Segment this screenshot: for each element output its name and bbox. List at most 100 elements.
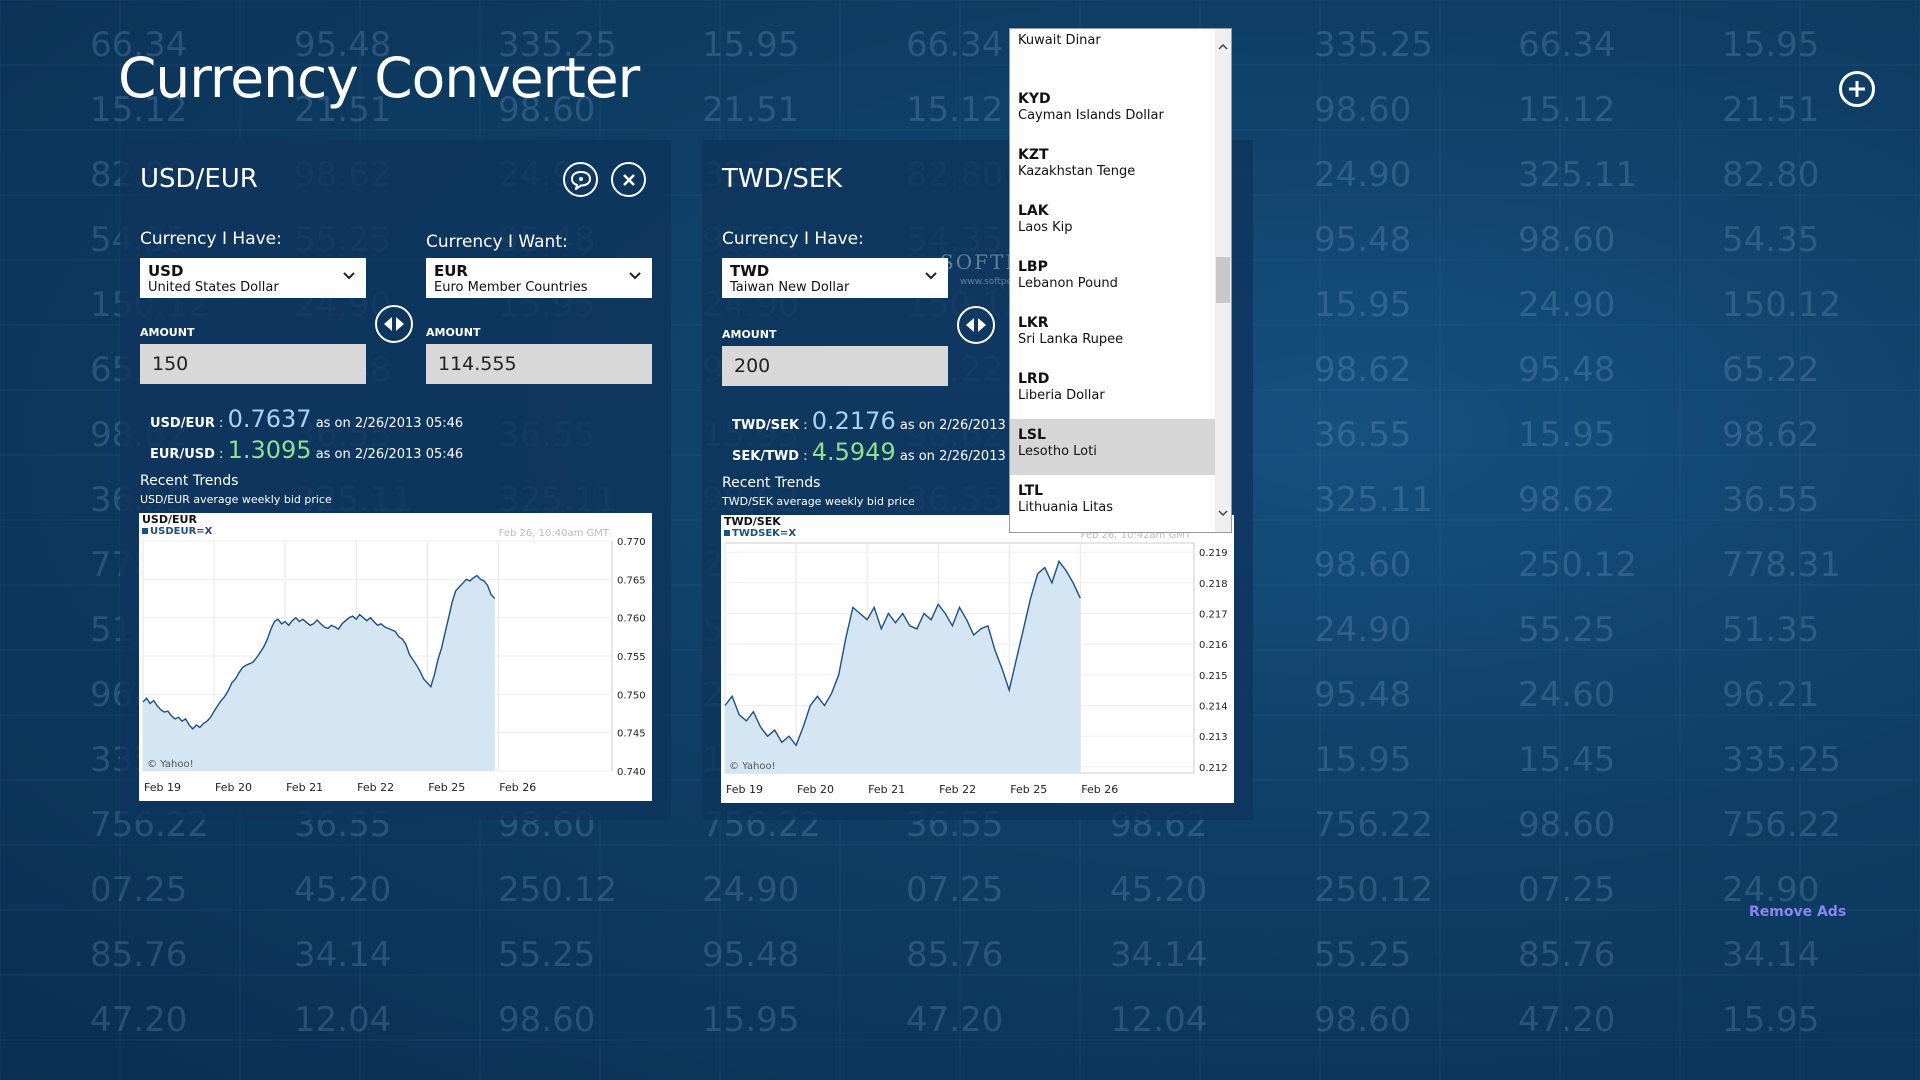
background-number: 85.76 [1518, 935, 1615, 975]
swap-arrows-icon [966, 318, 986, 332]
rate-row-2: SEK/TWD : 4.5949 as on 2/26/2013 05 [732, 438, 1027, 466]
background-number: 45.20 [1110, 870, 1207, 910]
rate-value: 0.7637 [227, 405, 312, 433]
background-number: 34.14 [1722, 935, 1819, 975]
select-code: EUR [434, 262, 468, 280]
background-number: 36.55 [1722, 480, 1819, 520]
background-number: 98.62 [1314, 350, 1411, 390]
dropdown-item-kyd[interactable]: KYD Cayman Islands Dollar [1010, 83, 1216, 139]
item-name: Sri Lanka Rupee [1018, 332, 1124, 347]
currency-dropdown-list[interactable]: Kuwait Dinar KYD Cayman Islands Dollar KZT K… [1009, 28, 1232, 533]
dropdown-item-lrd[interactable]: LRD Liberia Dollar [1010, 363, 1216, 419]
rate-date: 2/26/2013 05:46 [354, 447, 464, 462]
rate-pair: TWD/SEK [732, 418, 800, 433]
rate-value: 0.2176 [811, 407, 896, 435]
amount-label: AMOUNT [140, 326, 195, 339]
background-number: 66.34 [906, 25, 1003, 65]
result-amount-field [426, 344, 652, 384]
item-code: LKR [1018, 315, 1049, 331]
y-tick-label: 0.216 [1199, 640, 1228, 651]
dropdown-item-lvl[interactable]: LVL [1010, 531, 1216, 532]
background-number: 96.21 [1722, 675, 1819, 715]
select-code: USD [148, 262, 184, 280]
item-name: Kuwait Dinar [1018, 33, 1101, 48]
select-code: TWD [730, 262, 770, 280]
item-code: LBP [1018, 259, 1048, 275]
dropdown-scrollbar[interactable] [1215, 29, 1231, 532]
item-name: Lithuania Litas [1018, 500, 1114, 515]
page-title: Currency Converter [118, 46, 640, 110]
remove-ads-link[interactable]: Remove Ads [1749, 904, 1846, 920]
swap-currencies-button[interactable] [375, 305, 413, 343]
background-number: 15.45 [1518, 740, 1615, 780]
dropdown-item-lak[interactable]: LAK Laos Kip [1010, 195, 1216, 251]
background-number: 47.20 [90, 1000, 187, 1040]
scroll-thumb[interactable] [1216, 257, 1230, 303]
background-number: 15.95 [1722, 25, 1819, 65]
background-number: 335.25 [1722, 740, 1841, 780]
background-number: 250.12 [1314, 870, 1433, 910]
rate-pair: USD/EUR [150, 416, 215, 431]
amount-label: AMOUNT [722, 328, 777, 341]
select-name: United States Dollar [148, 280, 279, 295]
amount-input[interactable] [722, 346, 948, 386]
x-tick-label: Feb 26 [1081, 783, 1118, 796]
converter-panel-usd-eur: USD/EUR Currency I Have: Currency I Want… [120, 140, 671, 820]
add-converter-button[interactable] [1839, 71, 1875, 107]
background-number: 21.51 [1722, 90, 1819, 130]
x-tick-label: Feb 20 [215, 781, 252, 794]
background-number: 12.04 [1110, 1000, 1207, 1040]
x-tick-label: Feb 21 [868, 783, 905, 796]
comment-button[interactable] [563, 162, 598, 197]
background-number: 82.80 [1722, 155, 1819, 195]
currency-want-label: Currency I Want: [426, 232, 568, 252]
item-name: Lebanon Pound [1018, 276, 1118, 291]
rate-row-1: USD/EUR : 0.7637 as on 2/26/2013 05:46 [150, 405, 464, 433]
rate-pair: SEK/TWD [732, 449, 800, 464]
dropdown-item-lsl[interactable]: LSL Lesotho Loti [1010, 419, 1216, 475]
dropdown-item-lkr[interactable]: LKR Sri Lanka Rupee [1010, 307, 1216, 363]
result-amount-label: AMOUNT [426, 326, 481, 339]
amount-input[interactable] [140, 344, 366, 384]
rate-row-2: EUR/USD : 1.3095 as on 2/26/2013 05:46 [150, 436, 464, 464]
item-name: Lesotho Loti [1018, 444, 1097, 459]
y-tick-label: 0.215 [1199, 671, 1228, 682]
y-tick-label: 0.218 [1199, 579, 1228, 590]
speech-bubble-icon [570, 170, 591, 190]
trend-title: Recent Trends [140, 473, 239, 489]
background-number: 51.35 [1722, 610, 1819, 650]
currency-have-select[interactable]: TWD Taiwan New Dollar [722, 258, 948, 298]
scroll-up-icon[interactable] [1217, 41, 1229, 53]
background-number: 250.12 [498, 870, 617, 910]
background-number: 85.76 [90, 935, 187, 975]
chevron-down-icon [925, 272, 937, 280]
background-number: 24.90 [1518, 285, 1615, 325]
trend-subtitle: USD/EUR average weekly bid price [140, 493, 332, 506]
rate-row-1: TWD/SEK : 0.2176 as on 2/26/2013 05 [732, 407, 1027, 435]
background-number: 24.60 [1518, 675, 1615, 715]
trend-chart-usd-eur: Feb 19 Feb 20 Feb 21 Feb 22 Feb 25 Feb 26 0.77… [139, 513, 652, 801]
swap-currencies-button[interactable] [957, 306, 995, 344]
background-number: 15.95 [1518, 415, 1615, 455]
dropdown-item-ltl[interactable]: LTL Lithuania Litas [1010, 475, 1216, 531]
currency-have-label: Currency I Have: [722, 229, 864, 249]
scroll-down-icon[interactable] [1217, 507, 1229, 519]
item-name: Liberia Dollar [1018, 388, 1105, 403]
x-tick-label: Feb 20 [797, 783, 834, 796]
currency-have-select[interactable]: USD United States Dollar [140, 258, 366, 298]
currency-want-select[interactable]: EUR Euro Member Countries [426, 258, 652, 298]
background-number: 98.60 [1314, 90, 1411, 130]
background-number: 15.95 [1722, 1000, 1819, 1040]
background-number: 15.95 [702, 25, 799, 65]
y-tick-label: 0.760 [617, 614, 646, 625]
dropdown-item-kzt[interactable]: KZT Kazakhstan Tenge [1010, 139, 1216, 195]
item-code: LAK [1018, 203, 1049, 219]
background-number: 98.60 [1314, 1000, 1411, 1040]
dropdown-item-kwd[interactable]: Kuwait Dinar [1010, 29, 1216, 83]
close-panel-button[interactable] [611, 162, 646, 197]
dropdown-item-lbp[interactable]: LBP Lebanon Pound [1010, 251, 1216, 307]
background-number: 47.20 [1518, 1000, 1615, 1040]
background-number: 12.04 [294, 1000, 391, 1040]
rate-value: 4.5949 [811, 438, 896, 466]
select-name: Taiwan New Dollar [730, 280, 850, 295]
